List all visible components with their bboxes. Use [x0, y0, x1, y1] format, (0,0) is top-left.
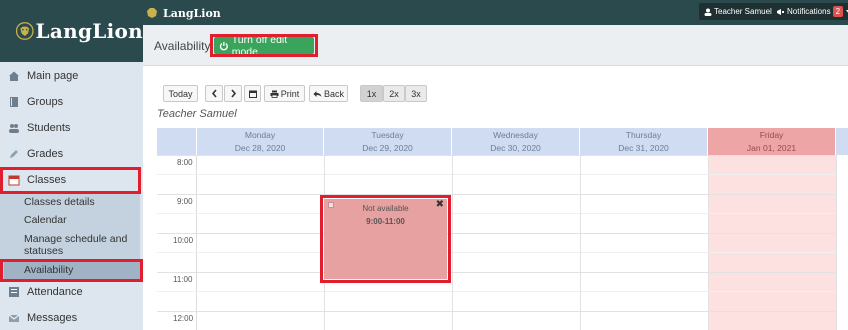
- grid-line: [157, 194, 837, 195]
- notifications-menu[interactable]: Notifications 2: [772, 3, 848, 20]
- day-header-wednesday: Wednesday Dec 30, 2020: [452, 128, 580, 155]
- day-name: Tuesday: [371, 130, 404, 140]
- teacher-name: Teacher Samuel: [157, 108, 237, 120]
- time-header-corner: [157, 128, 197, 155]
- next-button[interactable]: [224, 85, 242, 102]
- notifications-badge: 2: [832, 6, 844, 17]
- grid-line: [452, 155, 453, 330]
- day-date: Dec 31, 2020: [618, 143, 669, 153]
- user-name: Teacher Samuel: [714, 7, 772, 16]
- calendar-picker-button[interactable]: [244, 85, 261, 102]
- time-label: 9:00: [177, 197, 193, 206]
- pencil-icon: [10, 150, 18, 158]
- page-title: Availability: [154, 39, 211, 53]
- sidebar-item-label: Grades: [27, 148, 64, 160]
- brand-name: LangLion: [35, 19, 143, 43]
- grid-line: [157, 272, 837, 273]
- event-time: 9:00-11:00: [366, 217, 405, 226]
- back-label: Back: [323, 88, 344, 99]
- calendar-icon: [8, 175, 20, 186]
- grid-line: [708, 155, 709, 330]
- time-label: 10:00: [173, 236, 194, 245]
- grid-line: [157, 213, 837, 214]
- sidebar-item-students[interactable]: Students: [0, 115, 140, 141]
- submenu-item-manage-schedule[interactable]: Manage schedule and statuses: [24, 233, 134, 257]
- notifications-label: Notifications: [787, 7, 831, 16]
- lion-logo-icon: [15, 22, 34, 40]
- prev-button[interactable]: [205, 85, 223, 102]
- day-date: Dec 28, 2020: [234, 143, 286, 153]
- day-header-next: [836, 128, 848, 155]
- grid-line: [580, 155, 581, 330]
- time-label: 12:00: [173, 314, 194, 323]
- grid-line: [157, 252, 837, 253]
- logo[interactable]: LangLion: [0, 0, 143, 62]
- friday-holiday-column: [708, 155, 836, 330]
- back-button[interactable]: Back: [309, 85, 348, 102]
- day-date: Jan 01, 2021: [746, 143, 797, 153]
- sidebar-item-messages[interactable]: Messages: [0, 305, 140, 330]
- edit-button-label: Turn off edit mode: [231, 33, 288, 58]
- day-header-monday: Monday Dec 28, 2020: [197, 128, 324, 155]
- chevron-left-icon: [211, 89, 217, 98]
- grid-line: [157, 311, 837, 312]
- envelope-icon: [8, 314, 20, 322]
- submenu-item-calendar[interactable]: Calendar: [24, 214, 67, 226]
- power-icon: [219, 41, 228, 50]
- calendar-icon: [248, 90, 257, 98]
- availability-event[interactable]: ✖ Not available 9:00-11:00: [324, 199, 447, 279]
- checklist-icon: [9, 287, 19, 297]
- sidebar-item-groups[interactable]: Groups: [0, 89, 140, 115]
- day-name: Monday: [244, 130, 276, 140]
- grid-line: [157, 233, 837, 234]
- sidebar-item-label: Groups: [27, 96, 64, 108]
- sidebar-item-label: Attendance: [27, 286, 83, 298]
- grid-line: [836, 155, 837, 330]
- day-date: Dec 30, 2020: [490, 143, 541, 153]
- sidebar-item-main-page[interactable]: Main page: [0, 63, 140, 89]
- reply-arrow-icon: [313, 90, 322, 97]
- grid-line: [157, 291, 837, 292]
- sidebar-item-label: Classes: [27, 174, 67, 186]
- day-name: Friday: [759, 130, 784, 140]
- print-button[interactable]: Print: [264, 85, 305, 102]
- megaphone-icon: [777, 8, 784, 15]
- sidebar-item-classes[interactable]: Classes: [0, 167, 140, 193]
- zoom-3x-button[interactable]: 3x: [405, 85, 427, 102]
- users-icon: [9, 124, 19, 133]
- day-header-tuesday: Tuesday Dec 29, 2020: [324, 128, 452, 155]
- turn-off-edit-mode-button[interactable]: Turn off edit mode: [214, 34, 314, 58]
- day-header-friday: Friday Jan 01, 2021: [708, 128, 836, 155]
- event-title: Not available: [362, 204, 409, 213]
- sidebar-item-grades[interactable]: Grades: [0, 141, 140, 167]
- today-button[interactable]: Today: [163, 85, 198, 102]
- sidebar-item-label: Main page: [27, 70, 79, 82]
- day-name: Thursday: [625, 130, 662, 140]
- grid-line: [157, 174, 837, 175]
- zoom-2x-button[interactable]: 2x: [383, 85, 405, 102]
- print-label: Print: [280, 88, 300, 99]
- user-icon: [704, 8, 712, 16]
- time-label: 8:00: [177, 158, 193, 167]
- day-name: Wednesday: [493, 130, 538, 140]
- zoom-1x-button[interactable]: 1x: [360, 85, 383, 102]
- book-icon: [10, 97, 18, 107]
- submenu-item-availability[interactable]: Availability: [24, 264, 73, 276]
- grid-line: [157, 155, 837, 156]
- day-header-thursday: Thursday Dec 31, 2020: [580, 128, 708, 155]
- time-label: 11:00: [173, 275, 193, 284]
- lion-logo-icon: [147, 8, 157, 18]
- chevron-right-icon: [230, 89, 236, 98]
- sidebar-item-attendance[interactable]: Attendance: [0, 279, 140, 305]
- brand-small-text: LangLion: [163, 6, 221, 20]
- submenu-item-classes-details[interactable]: Classes details: [24, 196, 95, 208]
- brand-small[interactable]: LangLion: [143, 2, 221, 24]
- printer-icon: [270, 90, 279, 98]
- home-icon: [9, 71, 19, 81]
- day-date: Dec 29, 2020: [362, 143, 413, 153]
- sidebar-item-label: Messages: [27, 312, 78, 324]
- sidebar-item-label: Students: [27, 122, 71, 134]
